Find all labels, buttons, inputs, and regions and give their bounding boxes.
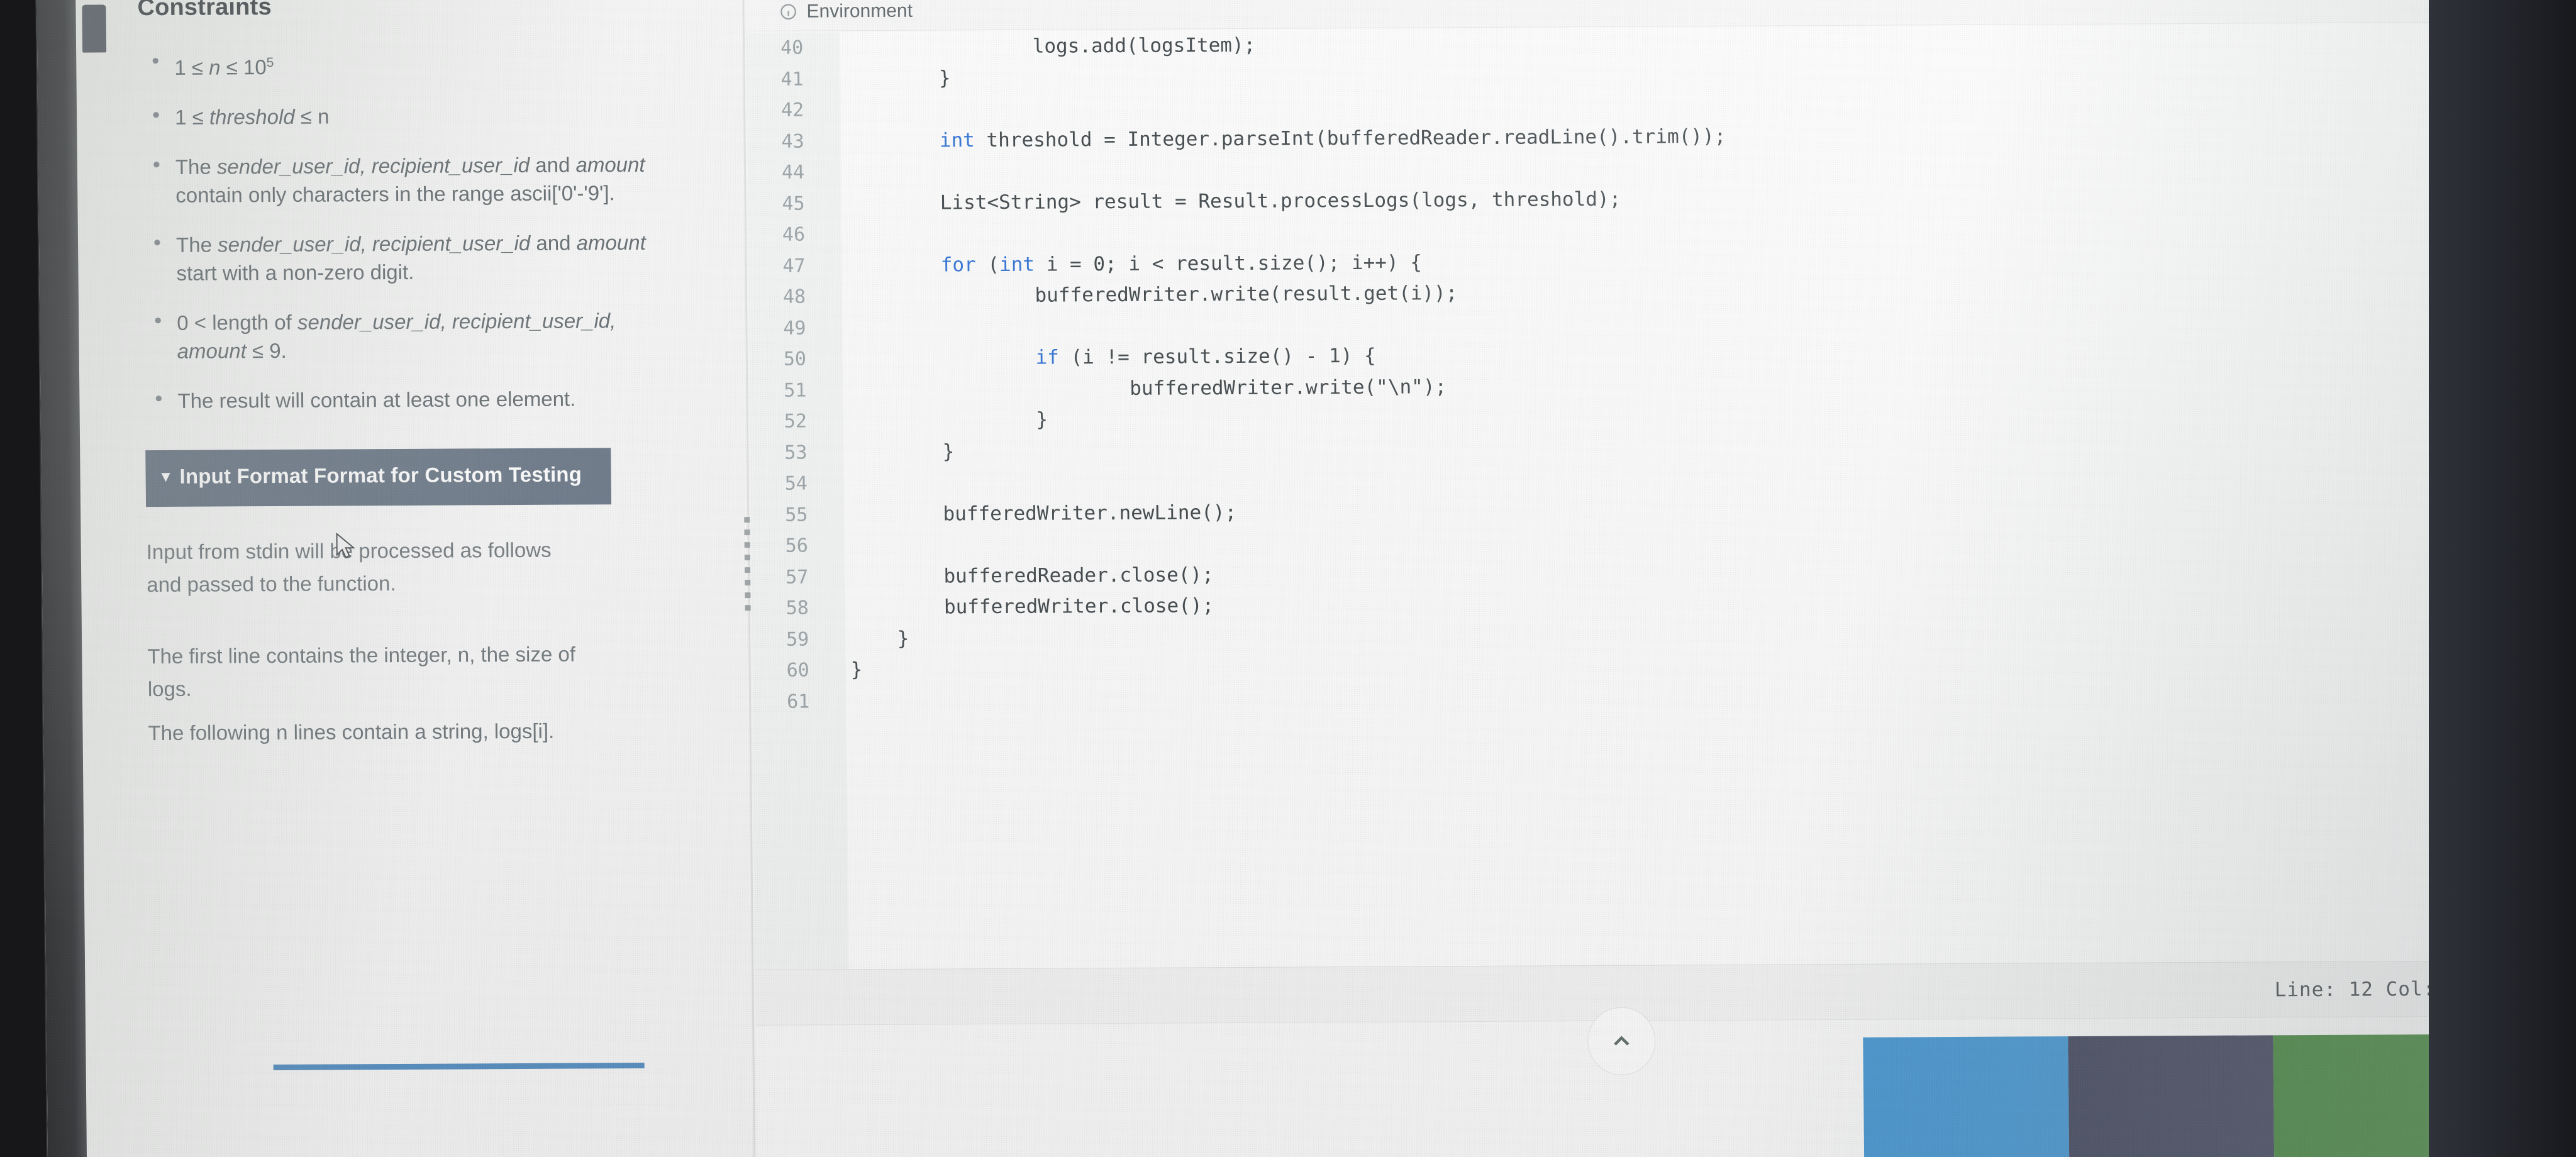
input-format-line2: The following n lines contain a string, …	[148, 719, 555, 745]
code-lines-container[interactable]: 40 logs.add(logsItem); 41 } 42 43 int thres…	[747, 24, 2472, 717]
input-format-label: Input Format Format for Custom Testing	[179, 462, 582, 488]
line-number: 48	[782, 285, 806, 308]
input-format-collapsible-header[interactable]: ▼ Input Format Format for Custom Testing	[145, 448, 612, 507]
line-number: 45	[782, 192, 805, 215]
line-number: 49	[783, 317, 806, 340]
environment-label: Environment	[806, 0, 913, 22]
editor-bottom-bar	[273, 1007, 2477, 1157]
problem-statement-pane: Constraints 1 ≤ n ≤ 105 1 ≤ threshold ≤ …	[75, 0, 788, 1157]
code-editor[interactable]: 40 logs.add(logsItem); 41 } 42 43 int thres…	[746, 23, 2475, 970]
code-text[interactable]: List<String> result = Result.processLogs…	[841, 184, 1621, 219]
action-buttons-row[interactable]	[1863, 1034, 2477, 1157]
code-text[interactable]: if (i != result.size() - 1) {	[843, 341, 1376, 375]
line-number: 56	[785, 534, 809, 557]
input-format-intro: Input from stdin will be processed as fo…	[146, 538, 552, 597]
code-text[interactable]: }	[843, 436, 954, 468]
code-text[interactable]: }	[840, 63, 951, 94]
line-number: 42	[780, 99, 804, 121]
code-text[interactable]: bufferedWriter.close();	[845, 590, 1214, 624]
line-number: 55	[785, 504, 808, 526]
list-item: The sender_user_id, recipient_user_id an…	[148, 228, 677, 287]
action-primary-button[interactable]	[1863, 1036, 2070, 1157]
line-number: 59	[786, 628, 809, 651]
list-item: 1 ≤ threshold ≤ n	[147, 101, 675, 131]
code-text[interactable]: }	[843, 405, 1048, 437]
code-text[interactable]: for (int i = 0; i < result.size(); i++) …	[841, 247, 1423, 281]
info-icon	[780, 3, 796, 19]
chevron-down-icon: ▼	[158, 468, 174, 485]
code-text[interactable]: bufferedWriter.write(result.get(i));	[842, 278, 1458, 313]
code-text[interactable]: bufferedWriter.newLine();	[844, 497, 1236, 531]
chevron-up-icon	[1614, 1036, 1629, 1046]
line-number: 46	[782, 223, 806, 246]
right-screen-bezel	[2429, 0, 2576, 1157]
line-number: 40	[780, 36, 804, 59]
line-number: 51	[784, 379, 807, 402]
input-format-line1: The first line contains the integer, n, …	[147, 642, 576, 701]
code-text[interactable]: }	[845, 655, 862, 686]
code-text[interactable]: int threshold = Integer.parseInt(buffere…	[840, 121, 1726, 157]
code-text[interactable]: bufferedReader.close();	[845, 560, 1214, 593]
line-number: 58	[786, 597, 809, 619]
line-number: 53	[784, 441, 808, 464]
line-number: 47	[782, 255, 806, 277]
line-number: 44	[781, 161, 805, 184]
photo-of-screen: g/10-pita/questions/abcfb1pl.html Constr…	[0, 0, 2576, 1157]
list-item: The result will contain at least one ele…	[150, 384, 678, 415]
code-text[interactable]: bufferedWriter.write("\n");	[843, 372, 1446, 406]
sidebar-bookmark-tab[interactable]	[82, 4, 107, 53]
list-item: 0 < length of sender_user_id, recipient_…	[149, 306, 678, 365]
line-number: 50	[783, 348, 807, 370]
list-item: The sender_user_id, recipient_user_id an…	[148, 150, 677, 209]
line-number: 43	[781, 130, 804, 153]
line-number: 52	[784, 410, 808, 433]
list-item: 1 ≤ n ≤ 105	[147, 47, 675, 82]
line-number: 60	[786, 659, 809, 682]
line-number: 54	[784, 472, 808, 495]
code-editor-pane: Environment 40 logs.add(logsItem); 41 } 42…	[273, 0, 2477, 1157]
constraints-list: 1 ≤ n ≤ 105 1 ≤ threshold ≤ n The sender…	[147, 46, 765, 415]
screen-content: g/10-pita/questions/abcfb1pl.html Constr…	[36, 0, 2477, 1157]
code-text[interactable]: logs.add(logsItem);	[840, 30, 1256, 64]
line-number: 57	[786, 566, 809, 589]
action-secondary-button[interactable]	[2068, 1035, 2275, 1157]
collapse-panel-button[interactable]	[1587, 1007, 1656, 1076]
line-number: 41	[780, 68, 804, 91]
line-number: 61	[786, 690, 810, 713]
page-title: Constraints	[137, 0, 272, 21]
code-text[interactable]: }	[845, 623, 909, 655]
